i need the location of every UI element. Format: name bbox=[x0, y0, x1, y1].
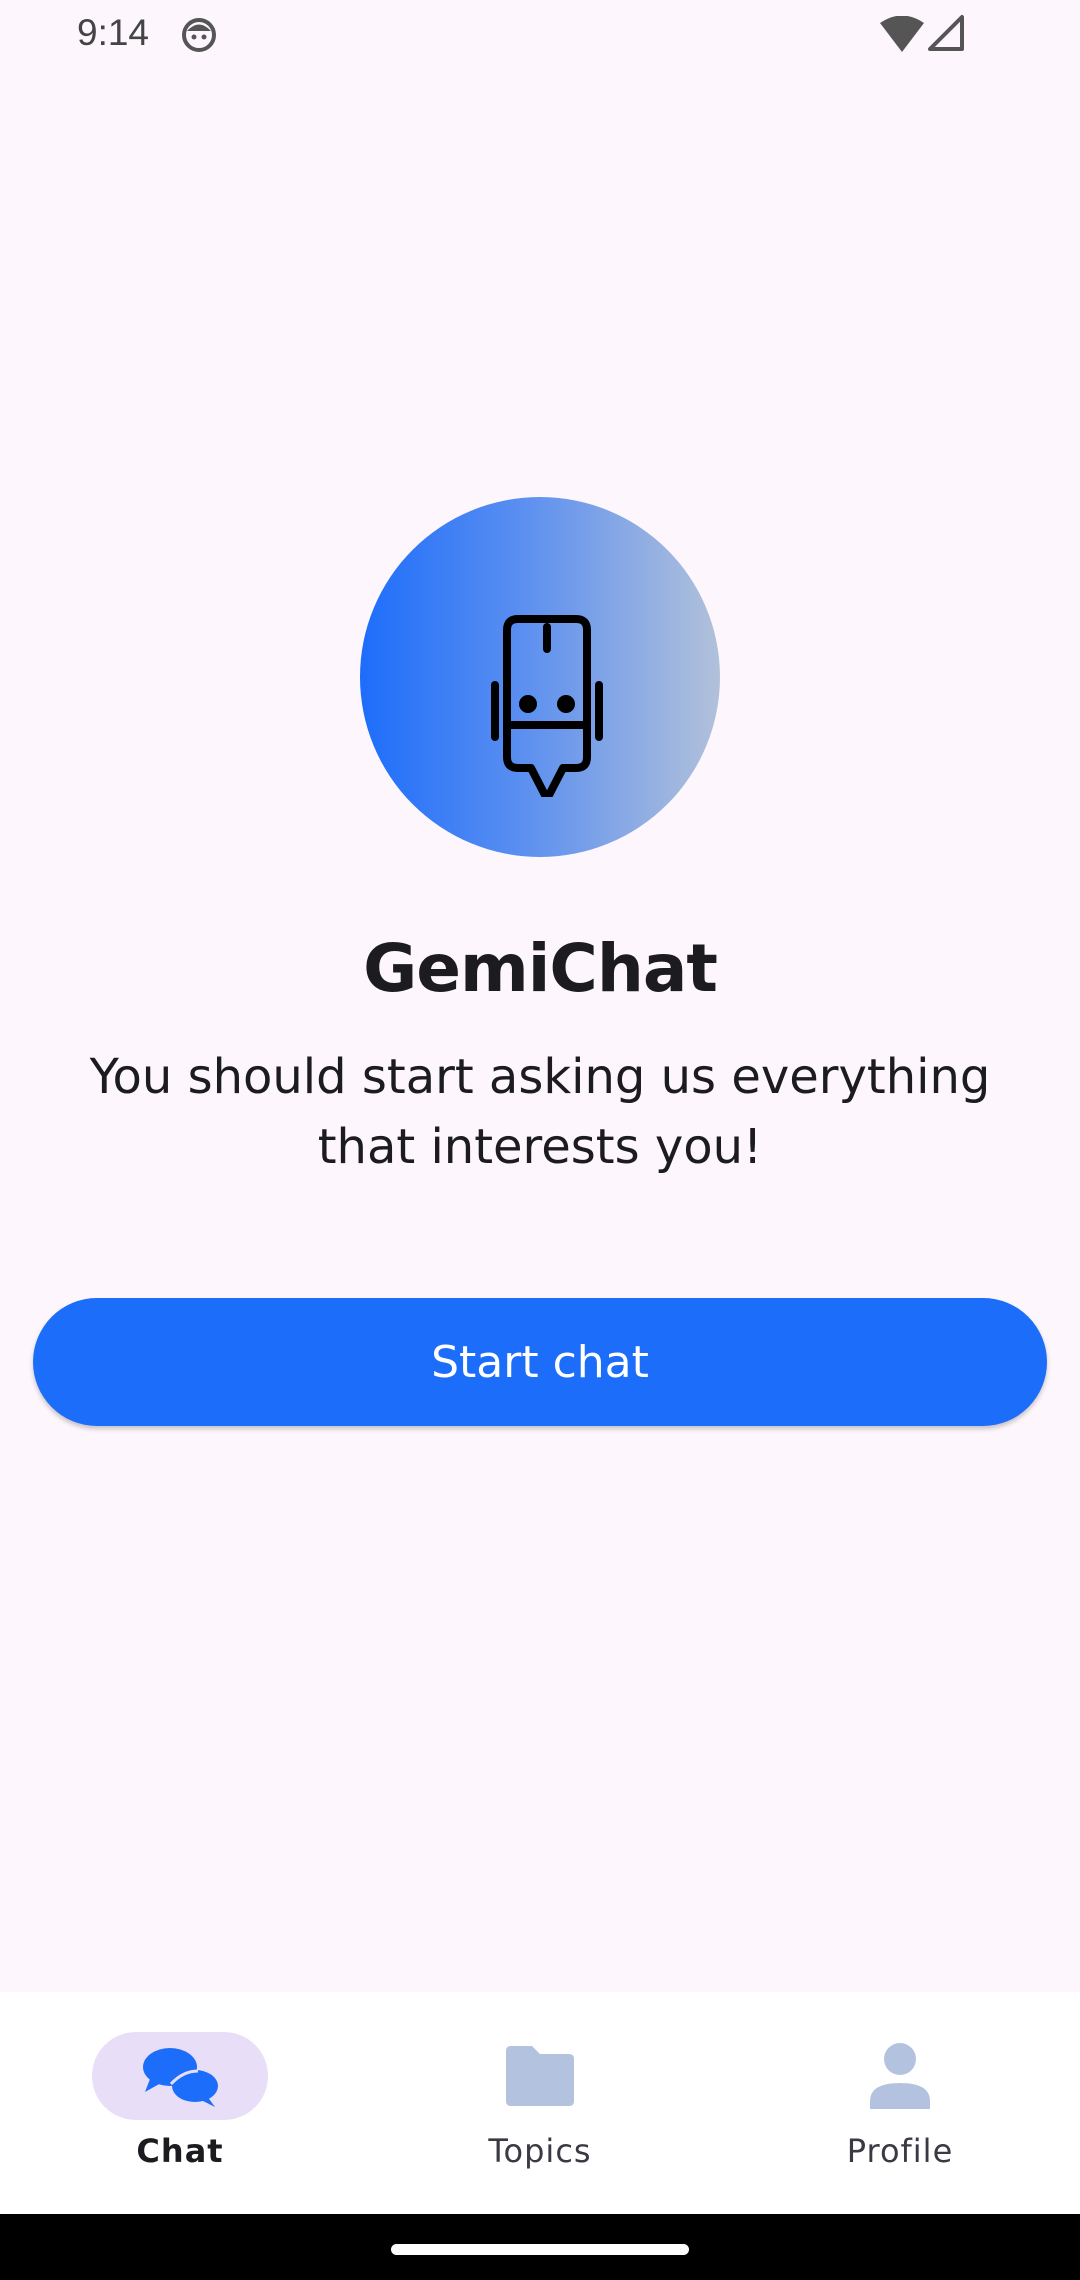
cellular-signal-icon bbox=[928, 15, 964, 51]
nav-icon-container bbox=[812, 2032, 988, 2120]
nav-item-topics[interactable]: Topics bbox=[360, 1992, 720, 2214]
chat-bubbles-icon bbox=[143, 2048, 218, 2107]
status-bar: 9:14 bbox=[0, 0, 1080, 70]
home-gesture-handle[interactable] bbox=[391, 2244, 689, 2255]
folder-icon bbox=[506, 2046, 574, 2106]
subtitle: You should start asking us everything th… bbox=[89, 1049, 991, 1175]
robot-chat-icon bbox=[491, 615, 603, 797]
status-time: 9:14 bbox=[77, 12, 150, 53]
app-logo bbox=[360, 497, 720, 857]
start-chat-button-label: Start chat bbox=[431, 1336, 649, 1388]
nav-item-chat[interactable]: Chat bbox=[0, 1992, 360, 2214]
app-title: GemiChat bbox=[363, 930, 718, 1007]
start-chat-button[interactable]: Start chat bbox=[33, 1298, 1047, 1426]
bottom-navigation: Chat Topics Profile bbox=[0, 1992, 1080, 2214]
nav-label-topics: Topics bbox=[488, 2132, 592, 2170]
nav-active-indicator bbox=[92, 2032, 268, 2120]
person-icon bbox=[870, 2043, 930, 2109]
wifi-icon bbox=[880, 16, 924, 52]
nav-icon-container bbox=[452, 2032, 628, 2120]
nav-label-profile: Profile bbox=[846, 2132, 954, 2170]
face-icon bbox=[182, 18, 216, 52]
screen: 9:14 GemiChat You should start asking us… bbox=[0, 0, 1080, 2280]
nav-label-chat: Chat bbox=[136, 2132, 224, 2170]
gesture-navigation-bar bbox=[0, 2214, 1080, 2280]
nav-item-profile[interactable]: Profile bbox=[720, 1992, 1080, 2214]
